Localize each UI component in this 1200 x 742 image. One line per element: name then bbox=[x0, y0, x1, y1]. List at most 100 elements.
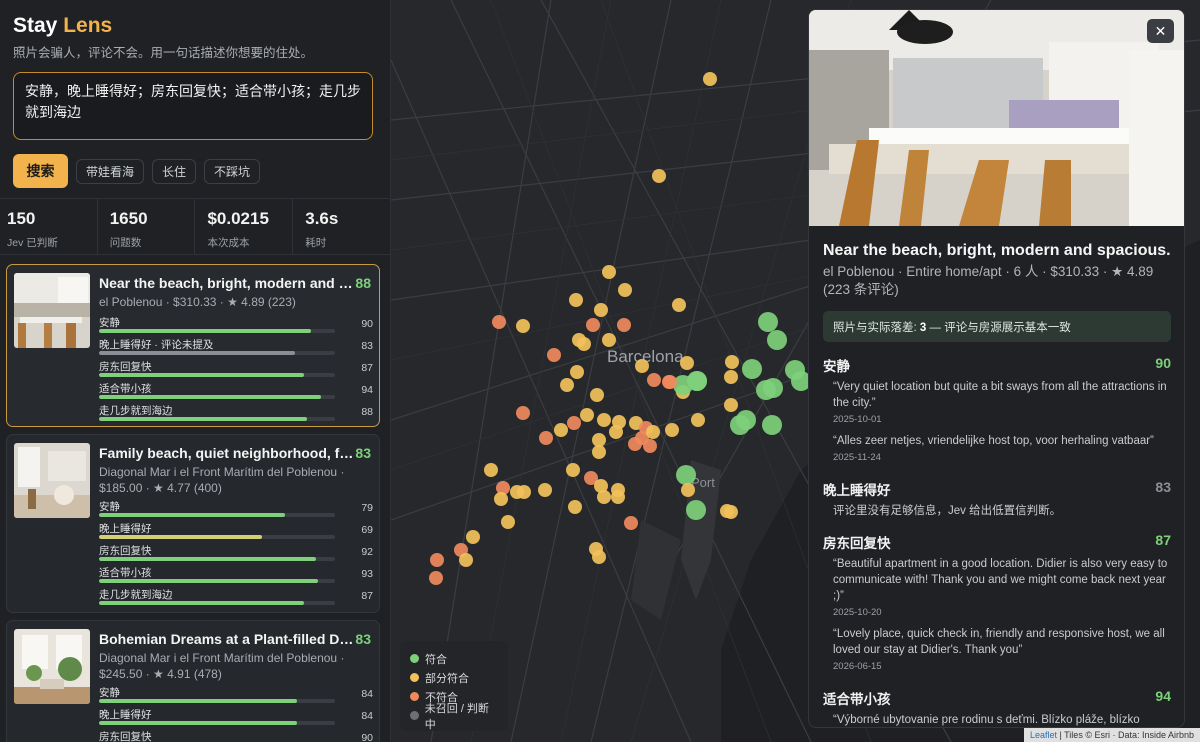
stat-time: 3.6s 耗时 bbox=[293, 199, 390, 254]
listing-marker[interactable] bbox=[538, 483, 552, 497]
listing-marker[interactable] bbox=[568, 500, 582, 514]
low-confidence-note: 评论里没有足够信息，Jev 给出低置信判断。 bbox=[833, 505, 1062, 517]
criterion-score: 87 bbox=[361, 362, 373, 374]
listing-marker[interactable] bbox=[592, 445, 606, 459]
listing-marker[interactable] bbox=[569, 293, 583, 307]
query-input[interactable]: 安静，晚上睡得好；房东回复快；适合带小孩；走几步就到海边 bbox=[13, 72, 373, 140]
listing-marker[interactable] bbox=[430, 553, 444, 567]
criterion-label: 房东回复快 bbox=[99, 361, 152, 373]
listing-marker[interactable] bbox=[597, 490, 611, 504]
listing-marker[interactable] bbox=[672, 298, 686, 312]
listing-marker[interactable] bbox=[429, 571, 443, 585]
listing-marker[interactable] bbox=[785, 360, 805, 380]
listing-marker[interactable] bbox=[466, 530, 480, 544]
leaflet-link[interactable]: Leaflet bbox=[1030, 730, 1057, 740]
listing-marker[interactable] bbox=[725, 355, 739, 369]
listing-card[interactable]: Bohemian Dreams at a Plant-filled Desig…… bbox=[6, 620, 380, 742]
stat-judged: 150 Jev 已判断 bbox=[0, 199, 98, 254]
stat-label: 问题数 bbox=[109, 237, 142, 249]
listing-marker[interactable] bbox=[680, 356, 694, 370]
listing-marker[interactable] bbox=[643, 439, 657, 453]
listing-marker[interactable] bbox=[663, 375, 677, 389]
criterion-bar-fill bbox=[99, 395, 321, 399]
review-section-quiet: 安静 90 “Very quiet location but quite a b… bbox=[823, 355, 1171, 463]
listing-marker[interactable] bbox=[724, 505, 738, 519]
listing-marker[interactable] bbox=[602, 265, 616, 279]
listing-marker[interactable] bbox=[730, 415, 750, 435]
listing-marker[interactable] bbox=[652, 169, 666, 183]
listing-marker[interactable] bbox=[763, 378, 783, 398]
listing-marker[interactable] bbox=[691, 413, 705, 427]
listing-card[interactable]: Family beach, quiet neighborhood, fully … bbox=[6, 434, 380, 613]
listing-photo[interactable] bbox=[14, 273, 90, 348]
listing-marker[interactable] bbox=[609, 425, 623, 439]
listing-title[interactable]: Family beach, quiet neighborhood, fully … bbox=[99, 445, 357, 461]
legend-item: 未召回 / 判断中 bbox=[410, 703, 498, 731]
listing-marker[interactable] bbox=[758, 312, 778, 332]
listing-marker[interactable] bbox=[566, 463, 580, 477]
listing-marker[interactable] bbox=[742, 359, 762, 379]
listing-marker[interactable] bbox=[647, 373, 661, 387]
listing-marker[interactable] bbox=[724, 370, 738, 384]
review-quote: “Lovely place, quick check in, friendly … bbox=[833, 628, 1165, 656]
listing-marker[interactable] bbox=[724, 398, 738, 412]
listing-marker[interactable] bbox=[586, 318, 600, 332]
listing-marker[interactable] bbox=[646, 425, 660, 439]
listing-marker[interactable] bbox=[547, 348, 561, 362]
listing-marker[interactable] bbox=[459, 553, 473, 567]
listing-marker[interactable] bbox=[686, 500, 706, 520]
listing-marker[interactable] bbox=[602, 333, 616, 347]
chip-family-beach[interactable]: 带娃看海 bbox=[76, 158, 145, 184]
listing-marker[interactable] bbox=[592, 550, 606, 564]
listing-marker[interactable] bbox=[539, 431, 553, 445]
listing-marker[interactable] bbox=[767, 330, 787, 350]
listing-marker[interactable] bbox=[570, 365, 584, 379]
close-button[interactable]: ✕ bbox=[1147, 19, 1174, 43]
listing-marker[interactable] bbox=[762, 415, 782, 435]
detail-photo[interactable] bbox=[809, 10, 1184, 226]
listing-marker[interactable] bbox=[635, 359, 649, 373]
detail-meta: el Poblenou · Entire home/apt · 6 人 · $3… bbox=[823, 264, 1154, 297]
listing-marker[interactable] bbox=[567, 416, 581, 430]
criterion-row: 适合带小孩 93 bbox=[99, 565, 373, 583]
criterion-bar bbox=[99, 721, 335, 725]
listing-marker[interactable] bbox=[594, 303, 608, 317]
listing-title[interactable]: Bohemian Dreams at a Plant-filled Desig… bbox=[99, 631, 357, 647]
listing-marker[interactable] bbox=[618, 283, 632, 297]
listing-marker[interactable] bbox=[592, 433, 606, 447]
listing-marker[interactable] bbox=[484, 463, 498, 477]
chip-long-stay[interactable]: 长住 bbox=[152, 158, 197, 184]
listing-marker[interactable] bbox=[681, 483, 695, 497]
gap-prefix: 照片与实际落差: bbox=[833, 322, 917, 334]
listing-marker[interactable] bbox=[577, 337, 591, 351]
listing-marker[interactable] bbox=[597, 413, 611, 427]
chip-no-pitfalls[interactable]: 不踩坑 bbox=[204, 158, 261, 184]
listing-marker[interactable] bbox=[687, 371, 707, 391]
search-button[interactable]: 搜索 bbox=[13, 154, 68, 188]
listing-marker[interactable] bbox=[665, 423, 679, 437]
listing-photo[interactable] bbox=[14, 443, 90, 518]
listing-marker[interactable] bbox=[611, 490, 625, 504]
listing-marker[interactable] bbox=[624, 516, 638, 530]
listing-marker[interactable] bbox=[516, 406, 530, 420]
listing-marker[interactable] bbox=[703, 72, 717, 86]
listing-marker[interactable] bbox=[560, 378, 574, 392]
listing-title[interactable]: Near the beach, bright, modern and spa… bbox=[99, 275, 357, 291]
listing-marker[interactable] bbox=[494, 492, 508, 506]
listing-marker[interactable] bbox=[501, 515, 515, 529]
listing-marker[interactable] bbox=[590, 388, 604, 402]
listing-marker[interactable] bbox=[628, 437, 642, 451]
listing-marker[interactable] bbox=[554, 423, 568, 437]
app-brand: Stay Lens bbox=[13, 14, 112, 38]
listing-score: 83 bbox=[355, 445, 371, 461]
listing-photo[interactable] bbox=[14, 629, 90, 704]
listing-marker[interactable] bbox=[492, 315, 506, 329]
stat-value: 150 bbox=[7, 209, 36, 228]
listing-marker[interactable] bbox=[517, 485, 531, 499]
listing-marker[interactable] bbox=[516, 319, 530, 333]
section-score: 83 bbox=[1155, 479, 1171, 495]
listing-card[interactable]: Near the beach, bright, modern and spa… … bbox=[6, 264, 380, 427]
listing-marker[interactable] bbox=[676, 465, 696, 485]
listing-marker[interactable] bbox=[580, 408, 594, 422]
listing-marker[interactable] bbox=[617, 318, 631, 332]
